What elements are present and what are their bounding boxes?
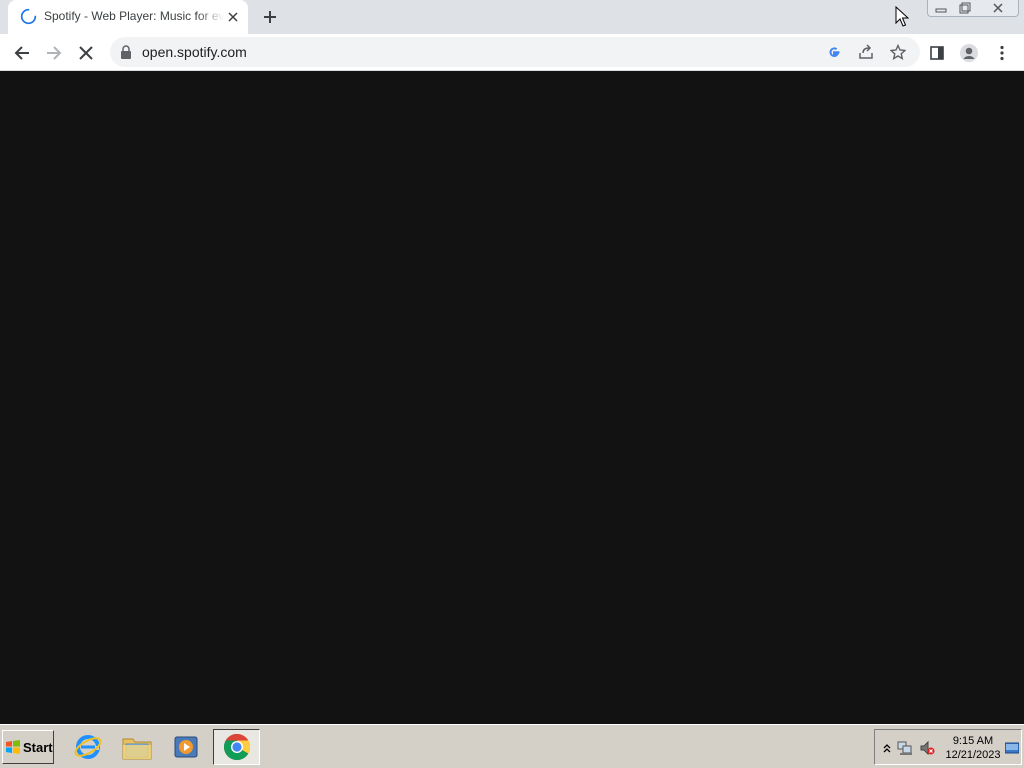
restore-icon	[959, 2, 971, 14]
share-icon[interactable]	[856, 42, 876, 62]
folder-icon	[122, 738, 152, 760]
start-label: Start	[23, 739, 53, 755]
mouse-cursor-icon	[895, 6, 909, 27]
close-icon[interactable]	[224, 8, 242, 26]
system-tray: 9:15 AM 12/21/2023	[874, 729, 1022, 765]
windows-logo-icon	[6, 740, 20, 754]
browser-toolbar: open.spotify.com	[0, 34, 1024, 71]
side-panel-icon	[930, 46, 944, 60]
menu-button[interactable]	[988, 39, 1016, 67]
restore-button[interactable]	[953, 0, 977, 16]
new-tab-button[interactable]	[258, 5, 282, 29]
chrome-icon	[223, 733, 250, 761]
back-arrow-icon	[14, 46, 29, 60]
forward-button[interactable]	[40, 39, 68, 67]
plus-icon	[264, 11, 276, 23]
profile-button[interactable]	[955, 39, 983, 67]
page-content[interactable]	[0, 71, 1024, 724]
side-panel-button[interactable]	[923, 39, 951, 67]
volume-muted-icon[interactable]	[919, 740, 935, 756]
taskbar-app-media-player[interactable]	[164, 729, 208, 765]
taskbar-app-file-explorer[interactable]	[115, 729, 159, 765]
tab-title: Spotify - Web Player: Music for everyone	[44, 9, 224, 23]
forward-arrow-icon	[47, 46, 62, 60]
star-icon[interactable]	[888, 42, 908, 62]
kebab-menu-icon	[1000, 45, 1004, 61]
ie-icon	[74, 735, 102, 759]
clock-date: 12/21/2023	[945, 749, 1001, 761]
close-window-icon	[993, 3, 1003, 13]
lock-icon	[121, 45, 131, 59]
close-window-button[interactable]	[985, 0, 1011, 16]
network-icon[interactable]	[897, 740, 913, 756]
loading-spinner-icon	[20, 8, 37, 25]
address-bar[interactable]: open.spotify.com	[110, 37, 920, 67]
clock-time: 9:15 AM	[952, 735, 994, 747]
google-icon[interactable]	[824, 42, 844, 62]
minimize-icon	[935, 8, 947, 13]
show-desktop-icon[interactable]	[1005, 740, 1019, 756]
taskbar: Start 9:15 AM 12/21/2023	[0, 724, 1024, 768]
taskbar-app-chrome[interactable]	[213, 729, 260, 765]
profile-icon	[960, 44, 978, 62]
media-player-icon	[174, 736, 198, 758]
stop-button[interactable]	[72, 39, 100, 67]
url-text: open.spotify.com	[142, 44, 247, 60]
clock[interactable]: 9:15 AM 12/21/2023	[941, 734, 1005, 762]
back-button[interactable]	[8, 39, 36, 67]
browser-tab[interactable]: Spotify - Web Player: Music for everyone	[8, 0, 248, 34]
start-button[interactable]: Start	[2, 730, 54, 764]
tab-strip: Spotify - Web Player: Music for everyone	[0, 0, 1024, 34]
show-hidden-icons-icon[interactable]	[879, 740, 895, 756]
minimize-button[interactable]	[929, 0, 953, 16]
stop-icon	[79, 46, 93, 60]
taskbar-app-internet-explorer[interactable]	[66, 729, 110, 765]
